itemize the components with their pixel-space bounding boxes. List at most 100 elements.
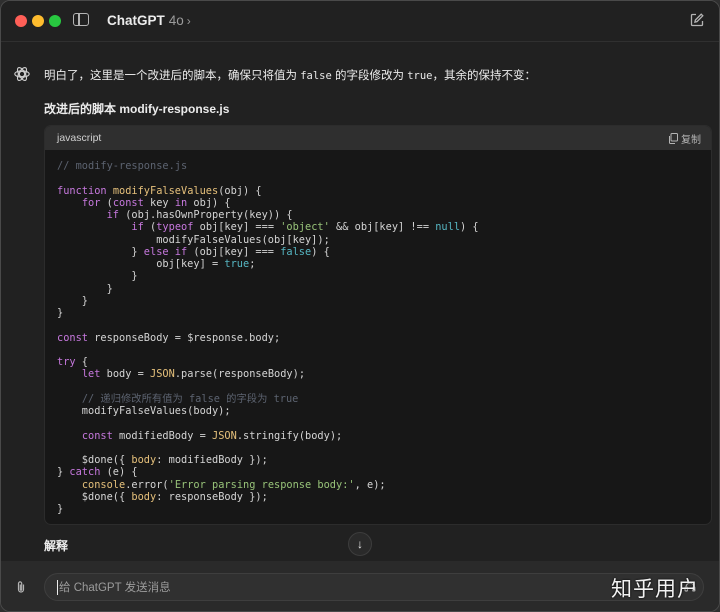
new-chat-icon[interactable] (689, 12, 705, 28)
model-selector[interactable]: ChatGPT 4o › (107, 13, 191, 28)
code-line: let body = JSON.parse(responseBody); (57, 368, 711, 380)
code-line: } (57, 503, 711, 515)
inline-code-false: false (300, 70, 332, 82)
message-input[interactable] (57, 579, 581, 597)
code-token: modifyFalseValues(body); (57, 405, 231, 417)
code-token: } (57, 294, 88, 307)
code-token: JSON (212, 429, 237, 442)
code-token: JSON (150, 368, 175, 381)
scroll-down-button[interactable]: ↓ (348, 532, 372, 556)
code-token: ( (143, 221, 157, 234)
code-token: try (57, 356, 76, 368)
code-token: typeof (156, 221, 194, 234)
code-token: responseBody = $response.body; (88, 331, 281, 344)
code-token: modifiedBody = (112, 429, 213, 442)
code-token: false (280, 245, 312, 258)
zoom-window-button[interactable] (49, 15, 61, 27)
code-token: $done({ (57, 454, 132, 466)
message-composer[interactable] (44, 573, 704, 601)
code-token: (e) { (100, 466, 138, 479)
code-token: if (106, 209, 120, 221)
code-line: for (const key in obj) { (57, 197, 711, 209)
code-token: ; (249, 258, 256, 270)
code-token: body (131, 490, 157, 503)
code-token: .stringify(body); (236, 429, 343, 442)
explanation-heading: 解释 (44, 539, 69, 553)
intro-text: ，其余的保持不变： (432, 70, 537, 82)
title-bar: ChatGPT 4o › (1, 1, 719, 42)
code-token: , e); (354, 478, 386, 491)
code-token: } (57, 503, 64, 515)
code-token: (obj[key] === (187, 245, 281, 258)
code-token: obj[key] === (193, 221, 281, 234)
app-title: ChatGPT (107, 13, 165, 28)
copy-icon (669, 133, 678, 144)
code-token: ) { (311, 245, 330, 258)
minimize-window-button[interactable] (32, 15, 44, 27)
code-token: in (174, 196, 188, 209)
code-token: .parse(responseBody); (174, 368, 306, 381)
code-token: console (81, 478, 126, 491)
code-line: console.error('Error parsing response bo… (57, 479, 711, 491)
intro-text: 的字段修改为 (331, 70, 408, 82)
code-token: const (57, 331, 88, 344)
watermark: 知乎用户 (611, 577, 699, 601)
code-line: try { (57, 356, 711, 368)
code-line: } (57, 307, 711, 319)
code-block: javascript 复制 // modify-response.js func… (44, 125, 712, 525)
paperclip-icon[interactable] (15, 580, 27, 594)
code-token: : modifiedBody }); (156, 454, 268, 466)
code-block-header: javascript 复制 (45, 126, 711, 150)
code-token: // 递归修改所有值为 false 的字段为 true (81, 392, 299, 405)
code-token: key (143, 196, 175, 209)
code-line: if (typeof obj[key] === 'object' && obj[… (57, 221, 711, 233)
code-token: else if (143, 245, 188, 258)
code-token: if (131, 221, 144, 234)
code-token: } (57, 307, 64, 319)
code-line: } (57, 270, 711, 282)
inline-code-true: true (407, 70, 433, 82)
copy-code-button[interactable]: 复制 (668, 131, 701, 146)
code-content: // modify-response.js function modifyFal… (45, 150, 711, 515)
code-token: obj[key] = (57, 258, 225, 270)
chatgpt-logo-icon (14, 67, 30, 81)
code-token: 'object' (280, 221, 330, 234)
code-token: catch (69, 466, 101, 479)
code-line: } catch (e) { (57, 466, 711, 478)
script-heading: 改进后的脚本 modify-response.js (44, 102, 230, 116)
code-token: && obj[key] !== (329, 221, 436, 234)
code-line: modifyFalseValues(obj[key]); (57, 234, 711, 246)
code-token: modifyFalseValues (112, 184, 219, 197)
intro-text: 明白了，这里是一个改进后的脚本，确保只将值为 (44, 70, 301, 82)
code-token: (obj.hasOwnProperty(key)) { (119, 209, 293, 221)
code-token: modifyFalseValues(obj[key]); (57, 233, 330, 246)
code-line: // modify-response.js (57, 160, 711, 172)
code-line: if (obj.hasOwnProperty(key)) { (57, 209, 711, 221)
code-line: $done({ body: modifiedBody }); (57, 454, 711, 466)
code-token: null (435, 221, 461, 234)
sidebar-toggle-icon[interactable] (73, 13, 89, 26)
code-token: ( (100, 196, 113, 209)
code-line: modifyFalseValues(body); (57, 405, 711, 417)
code-token: ) { (460, 221, 479, 234)
code-token: } (57, 270, 138, 283)
close-window-button[interactable] (15, 15, 27, 27)
code-line: $done({ body: responseBody }); (57, 491, 711, 503)
code-line: } (57, 295, 711, 307)
code-token: body = (100, 368, 151, 381)
code-token: } (57, 282, 113, 295)
code-token: function (57, 184, 107, 197)
app-window: ChatGPT 4o › 明白了，这里是一个改进后的脚本，确保只将值为 false … (0, 0, 720, 612)
